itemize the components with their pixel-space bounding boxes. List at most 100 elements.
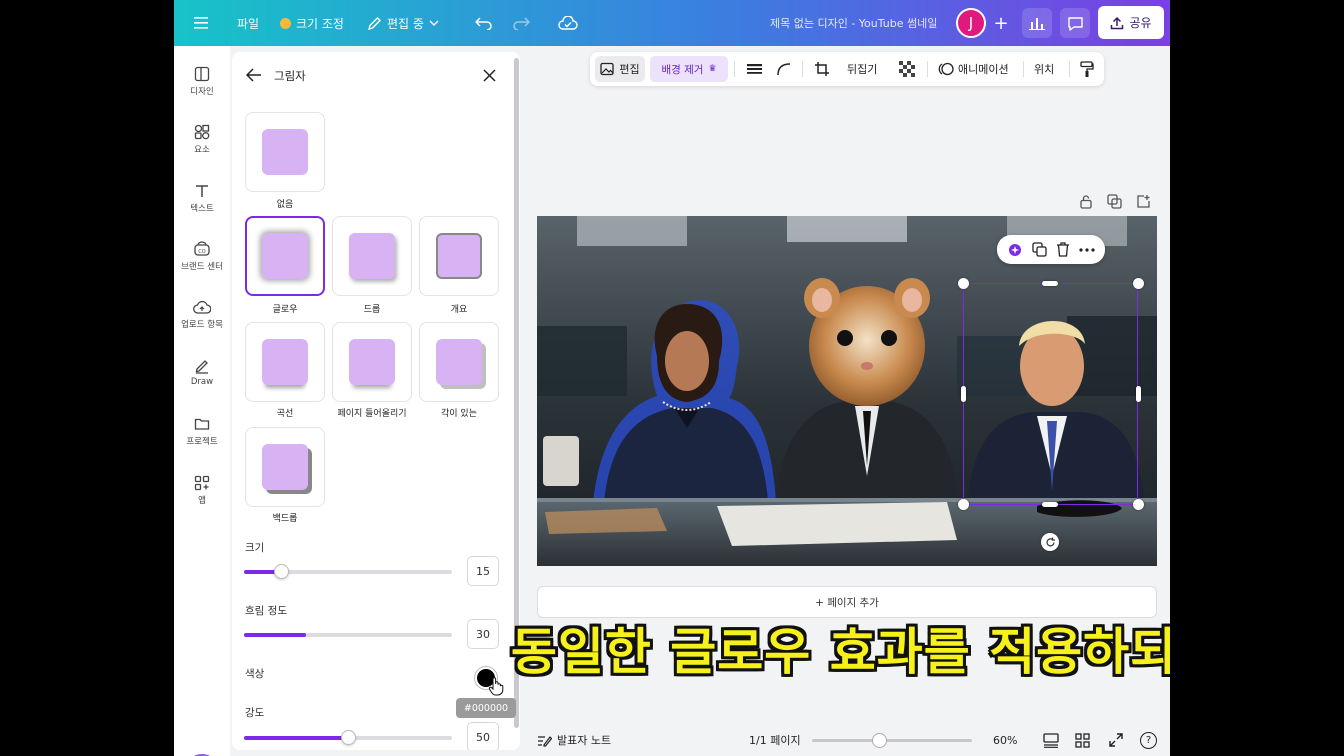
add-collaborator-button[interactable]: + xyxy=(990,12,1012,34)
page-count[interactable]: 1/1 페이지 xyxy=(749,724,801,756)
corner-rounding-button[interactable] xyxy=(776,52,792,86)
rail-item-projects[interactable]: 프로젝트 xyxy=(174,416,230,447)
bg-remove-button[interactable]: 배경 제거 ♛ xyxy=(650,56,728,82)
shadow-option-none[interactable] xyxy=(245,112,325,192)
flip-button[interactable]: 뒤집기 xyxy=(847,52,877,86)
intensity-value-input[interactable]: 50 xyxy=(467,722,499,750)
text-icon xyxy=(196,185,208,197)
animate-button[interactable]: 애니메이션 xyxy=(938,52,1009,86)
redo-button[interactable] xyxy=(512,0,530,46)
zoom-level[interactable]: 60% xyxy=(993,724,1017,756)
panel-title: 그림자 xyxy=(274,69,306,83)
size-value-input[interactable]: 15 xyxy=(467,556,499,586)
canva-editor: 파일 크기 조정 편집 중 제목 없는 디자인 - YouTube 썸네일 J … xyxy=(174,0,1170,756)
resize-handle[interactable] xyxy=(1133,278,1144,289)
rail-item-uploads[interactable]: 업로드 항목 xyxy=(174,299,230,330)
grid-view-button[interactable] xyxy=(1075,724,1090,756)
shadow-option-page-lift[interactable] xyxy=(332,322,412,402)
flip-label: 뒤집기 xyxy=(847,63,878,76)
editing-mode-dropdown[interactable]: 편집 중 xyxy=(367,0,439,46)
copy-style-button[interactable] xyxy=(1080,52,1094,86)
avatar[interactable]: J xyxy=(956,8,986,38)
divider xyxy=(734,61,735,77)
shadow-option-backdrop[interactable] xyxy=(245,427,325,507)
rail-label-design: 디자인 xyxy=(190,87,214,97)
line-style-button[interactable] xyxy=(746,52,763,86)
zoom-slider-knob[interactable] xyxy=(872,733,888,748)
undo-button[interactable] xyxy=(475,0,493,46)
menu-button[interactable] xyxy=(194,0,210,46)
intensity-slider-knob[interactable] xyxy=(341,730,356,745)
swatch-preview xyxy=(349,339,395,385)
position-button[interactable]: 위치 xyxy=(1034,52,1054,86)
resize-handle[interactable] xyxy=(1136,386,1141,402)
resize-button[interactable]: 크기 조정 xyxy=(280,0,344,46)
resize-handle[interactable] xyxy=(1133,499,1144,510)
bar-chart-icon xyxy=(1029,18,1045,30)
intensity-slider[interactable] xyxy=(244,730,452,745)
apps-icon xyxy=(194,475,210,491)
intensity-slider-fill xyxy=(244,736,348,740)
rail-label-elements: 요소 xyxy=(194,145,210,155)
page-view-button[interactable] xyxy=(1043,724,1059,756)
more-icon[interactable] xyxy=(1079,247,1095,252)
shadow-option-outline[interactable] xyxy=(419,216,499,296)
help-button[interactable]: ? xyxy=(1140,724,1157,756)
notes-icon xyxy=(538,735,552,747)
pencil-icon xyxy=(367,16,381,30)
size-slider-knob[interactable] xyxy=(274,564,289,579)
crop-button[interactable] xyxy=(814,52,830,86)
rotate-handle[interactable] xyxy=(1041,533,1059,551)
lock-icon[interactable] xyxy=(1079,194,1093,209)
divider xyxy=(802,61,803,77)
zoom-slider[interactable] xyxy=(812,733,972,748)
share-button[interactable]: 공유 xyxy=(1098,6,1164,39)
resize-handle[interactable] xyxy=(958,278,969,289)
rail-item-draw[interactable]: Draw xyxy=(174,358,230,387)
rail-item-text[interactable]: 텍스트 xyxy=(174,183,230,214)
fullscreen-button[interactable] xyxy=(1109,724,1123,756)
rail-item-apps[interactable]: 앱 xyxy=(174,475,230,506)
magic-edit-icon[interactable] xyxy=(1007,242,1023,258)
shadow-option-angled[interactable] xyxy=(419,322,499,402)
resize-handle[interactable] xyxy=(958,499,969,510)
edit-image-button[interactable]: 편집 xyxy=(595,56,645,82)
resize-handle[interactable] xyxy=(1042,502,1058,507)
blur-label: 흐림 정도 xyxy=(245,605,287,617)
cloud-save-button[interactable] xyxy=(558,0,578,46)
resize-handle[interactable] xyxy=(961,386,966,402)
shadow-option-glow[interactable] xyxy=(245,216,325,296)
swatch-preview xyxy=(262,129,308,175)
animate-label: 애니메이션 xyxy=(958,63,1009,76)
close-icon[interactable] xyxy=(483,69,496,82)
insights-button[interactable] xyxy=(1022,8,1052,38)
shadow-option-drop[interactable] xyxy=(332,216,412,296)
back-arrow-icon[interactable] xyxy=(246,68,262,82)
duplicate-page-icon[interactable] xyxy=(1107,194,1122,209)
notes-button[interactable]: 발표자 노트 xyxy=(537,724,611,756)
help-icon: ? xyxy=(1140,731,1157,749)
shadow-option-curved[interactable] xyxy=(245,322,325,402)
trash-icon[interactable] xyxy=(1056,242,1070,257)
rail-item-brand[interactable]: CO 브랜드 센터 xyxy=(174,241,230,272)
size-slider[interactable] xyxy=(244,564,452,579)
rail-item-elements[interactable]: 요소 xyxy=(174,124,230,155)
blur-slider[interactable] xyxy=(244,633,452,637)
transparency-icon xyxy=(899,61,915,77)
paint-roller-icon xyxy=(1080,60,1094,77)
swatch-preview xyxy=(262,444,308,490)
context-toolbar: 편집 배경 제거 ♛ 뒤집기 애니메이션 위치 xyxy=(590,52,1104,86)
document-title[interactable]: 제목 없는 디자인 - YouTube 썸네일 xyxy=(770,0,937,46)
plus-icon: + xyxy=(993,12,1009,34)
rail-item-design[interactable]: 디자인 xyxy=(174,66,230,97)
file-menu[interactable]: 파일 xyxy=(237,0,259,46)
comments-button[interactable] xyxy=(1060,8,1090,38)
resize-handle[interactable] xyxy=(1042,281,1058,286)
shadow-option-label: 개요 xyxy=(450,305,468,315)
selection-box[interactable] xyxy=(963,283,1138,505)
transparency-button[interactable] xyxy=(899,52,915,86)
duplicate-icon[interactable] xyxy=(1032,242,1047,257)
folder-icon xyxy=(194,418,210,430)
add-page-icon[interactable] xyxy=(1136,194,1151,209)
divider xyxy=(1069,61,1070,77)
